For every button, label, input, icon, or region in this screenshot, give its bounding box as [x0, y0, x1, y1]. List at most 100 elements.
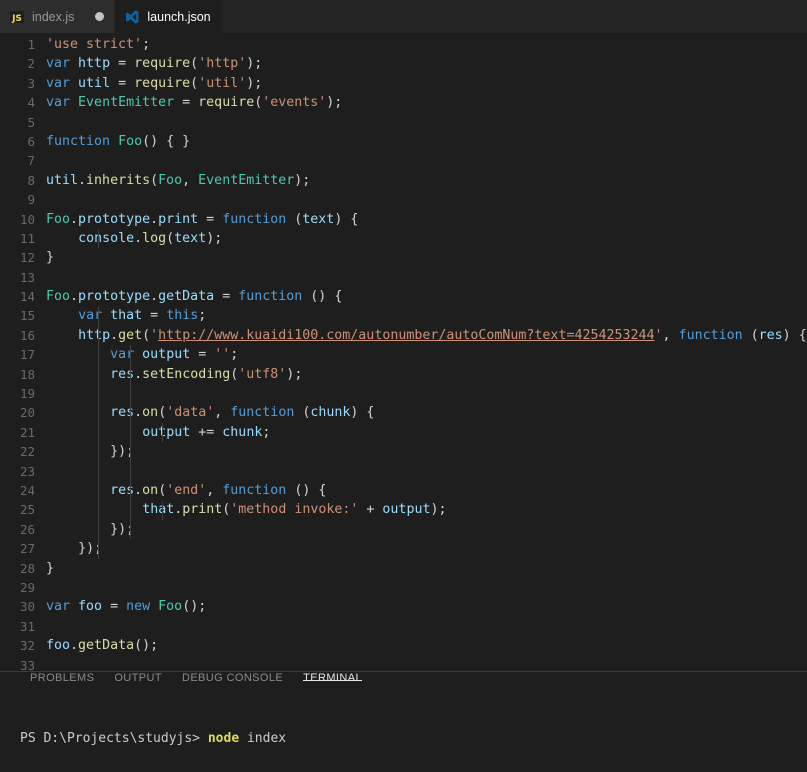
- line-content: });: [110, 521, 134, 537]
- code-line[interactable]: 24 res.on('end', function () {: [0, 481, 807, 500]
- line-number: 31: [19, 618, 35, 634]
- line-content: [46, 113, 807, 132]
- code-line[interactable]: 5: [0, 113, 807, 132]
- code-line[interactable]: 19: [0, 384, 807, 403]
- code-line[interactable]: 4 var EventEmitter = require('events');: [0, 93, 807, 112]
- line-number: 32: [19, 638, 35, 654]
- code-lines-container[interactable]: 1 'use strict'; 2 var http = require('http'…: [0, 33, 807, 672]
- line-number: 9: [27, 192, 35, 208]
- code-line[interactable]: 28}: [0, 559, 807, 578]
- tab-debug-console[interactable]: DEBUG CONSOLE: [172, 672, 293, 685]
- line-number: 23: [19, 463, 35, 479]
- line-content: 'use strict';: [46, 37, 151, 52]
- line-content: function Foo() { }: [46, 133, 191, 149]
- line-number: 24: [19, 482, 35, 498]
- line-number: 6: [27, 133, 35, 149]
- tab-label: index.js: [32, 9, 75, 24]
- line-content: Foo.prototype.print = function (text) {: [46, 211, 359, 227]
- line-number: 4: [27, 95, 35, 111]
- line-number: 20: [19, 405, 35, 421]
- bottom-panel: PROBLEMS OUTPUT DEBUG CONSOLE TERMINAL P…: [0, 672, 807, 772]
- code-line[interactable]: 6 function Foo() { }: [0, 132, 807, 151]
- editor-tab-bar: JS index.js launch.json: [0, 0, 807, 33]
- line-number: 19: [19, 386, 35, 402]
- line-content: [46, 268, 807, 287]
- code-editor[interactable]: 1 'use strict'; 2 var http = require('http'…: [0, 33, 807, 672]
- code-line[interactable]: 16 http.get('http://www.kuaidi100.com/au…: [0, 326, 807, 345]
- terminal-prompt: PS D:\Projects\studyjs>: [20, 730, 208, 746]
- line-content: Foo.prototype.getData = function () {: [46, 289, 343, 305]
- code-line[interactable]: 15 var that = this;: [0, 306, 807, 325]
- code-line[interactable]: 10 Foo.prototype.print = function (text) …: [0, 210, 807, 229]
- line-number: 22: [19, 444, 35, 460]
- tab-output[interactable]: OUTPUT: [104, 672, 172, 685]
- code-line[interactable]: 13: [0, 268, 807, 287]
- indent-guide: [98, 306, 100, 559]
- svg-text:JS: JS: [11, 14, 22, 24]
- line-content: res.setEncoding('utf8');: [110, 366, 303, 382]
- code-line[interactable]: 32 foo.getData();: [0, 636, 807, 655]
- line-number: 2: [27, 56, 35, 72]
- indent-guide: [98, 229, 100, 249]
- line-content: }: [46, 250, 55, 266]
- line-content: [46, 384, 807, 403]
- code-line[interactable]: 29: [0, 578, 807, 597]
- tab-launch-json[interactable]: launch.json: [115, 0, 222, 33]
- tab-index-js[interactable]: JS index.js: [0, 0, 116, 33]
- code-line[interactable]: 23: [0, 462, 807, 481]
- line-content: var output = '';: [110, 347, 239, 363]
- line-content: var EventEmitter = require('events');: [46, 95, 343, 111]
- tab-label: launch.json: [147, 9, 211, 24]
- code-line[interactable]: 9: [0, 190, 807, 209]
- line-number: 15: [19, 308, 35, 324]
- code-line[interactable]: 20 res.on('data', function (chunk) {: [0, 403, 807, 422]
- line-content: });: [78, 541, 102, 557]
- code-line[interactable]: 2 var http = require('http');: [0, 54, 807, 73]
- code-line[interactable]: 25 that.print('method invoke:' + output)…: [0, 500, 807, 519]
- line-content: foo.getData();: [46, 638, 159, 654]
- tab-terminal[interactable]: TERMINAL: [293, 672, 372, 685]
- code-line[interactable]: 26 });: [0, 520, 807, 539]
- code-line[interactable]: 27 });: [0, 539, 807, 558]
- line-number: 10: [19, 211, 35, 227]
- line-content: var http = require('http');: [46, 56, 263, 72]
- line-number: 29: [19, 579, 35, 595]
- code-line[interactable]: 31: [0, 617, 807, 636]
- line-number: 21: [19, 424, 35, 440]
- code-line[interactable]: 14 Foo.prototype.getData = function () {: [0, 287, 807, 306]
- code-line[interactable]: 18 res.setEncoding('utf8');: [0, 365, 807, 384]
- code-line[interactable]: 30 var foo = new Foo();: [0, 597, 807, 616]
- line-content: res.on('data', function (chunk) {: [110, 405, 375, 421]
- code-line[interactable]: 7: [0, 151, 807, 170]
- code-line[interactable]: 22 });: [0, 442, 807, 461]
- line-content: util.inherits(Foo, EventEmitter);: [46, 172, 311, 188]
- line-content: [46, 462, 807, 481]
- line-number: 17: [19, 347, 35, 363]
- line-number: 5: [27, 114, 35, 130]
- tab-problems[interactable]: PROBLEMS: [20, 672, 104, 685]
- indent-guide: [130, 345, 132, 540]
- line-number: 18: [19, 366, 35, 382]
- code-line[interactable]: 11 console.log(text);: [0, 229, 807, 248]
- line-number: 8: [27, 172, 35, 188]
- code-line[interactable]: 3 var util = require('util');: [0, 74, 807, 93]
- line-number: 28: [19, 560, 35, 576]
- line-content: var that = this;: [78, 308, 207, 324]
- code-line[interactable]: 21 output += chunk;: [0, 423, 807, 442]
- line-number: 27: [19, 541, 35, 557]
- indent-guide: [162, 423, 164, 443]
- code-line[interactable]: 17 var output = '';: [0, 345, 807, 364]
- code-line[interactable]: 1 'use strict';: [0, 35, 807, 54]
- unsaved-indicator-icon[interactable]: [95, 12, 105, 21]
- code-line[interactable]: 12}: [0, 248, 807, 267]
- terminal-output[interactable]: PS D:\Projects\studyjs> node index metho…: [0, 685, 807, 772]
- line-number: 14: [19, 289, 35, 305]
- line-number: 30: [19, 599, 35, 615]
- line-content: }: [46, 560, 55, 576]
- terminal-line-command: PS D:\Projects\studyjs> node index: [20, 729, 807, 748]
- line-content: [46, 578, 807, 597]
- code-line[interactable]: 33: [0, 656, 807, 673]
- line-number: 26: [19, 521, 35, 537]
- line-number: 11: [19, 230, 35, 246]
- code-line[interactable]: 8 util.inherits(Foo, EventEmitter);: [0, 171, 807, 190]
